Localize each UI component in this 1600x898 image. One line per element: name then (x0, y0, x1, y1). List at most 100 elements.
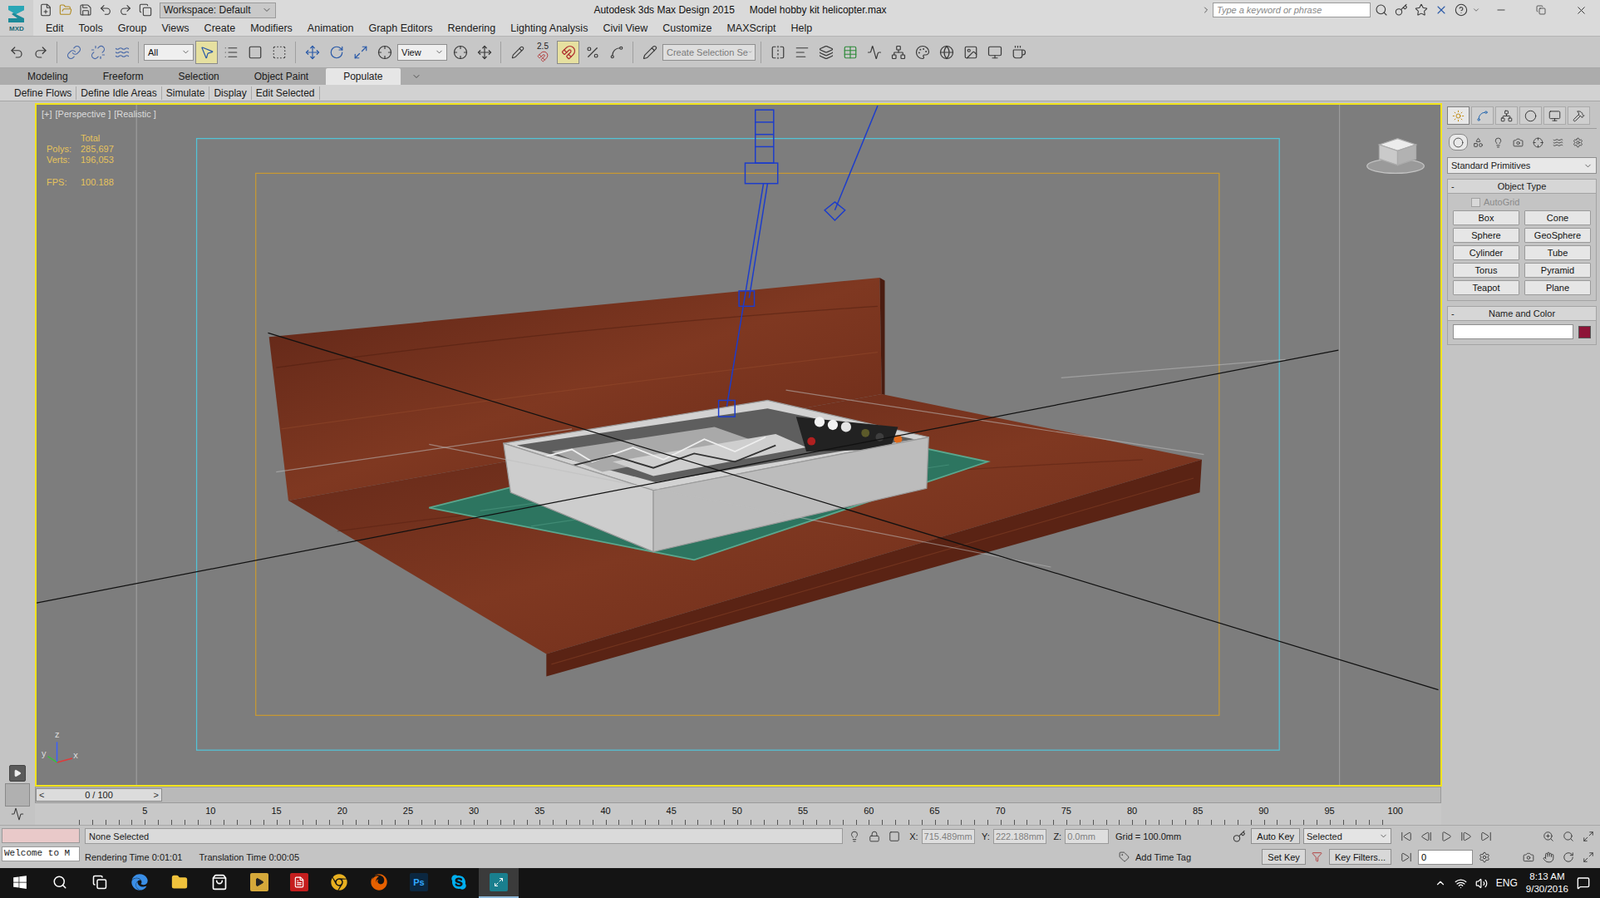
snap-toggle[interactable]: 2.5 (530, 40, 556, 64)
field-of-view-button[interactable] (1520, 848, 1537, 866)
primitive-button[interactable]: Teapot (1452, 280, 1520, 296)
set-key-mode-toggle[interactable] (1230, 827, 1248, 845)
reference-coordinate-select[interactable]: View (397, 44, 448, 61)
tool-button[interactable] (1007, 40, 1030, 64)
subscription-button[interactable] (1392, 1, 1411, 19)
maxscript-listener[interactable]: Welcome to M (0, 825, 82, 868)
next-frame-arrow[interactable]: > (153, 789, 159, 800)
primitive-button[interactable]: Tube (1524, 245, 1591, 261)
named-selection-select[interactable]: Create Selection Se (662, 44, 756, 61)
category-button[interactable] (1528, 133, 1548, 151)
tool-button[interactable] (110, 40, 133, 64)
taskbar-app[interactable] (199, 867, 240, 898)
tool-button[interactable] (862, 40, 886, 64)
category-button[interactable] (1448, 133, 1468, 151)
mini-curve-editor[interactable] (4, 782, 30, 807)
category-button[interactable] (1488, 133, 1508, 151)
help-button[interactable] (1452, 1, 1471, 19)
tool-button[interactable] (935, 40, 958, 64)
category-button[interactable] (1548, 133, 1568, 151)
tool-button[interactable] (448, 40, 472, 64)
open-button[interactable] (56, 1, 75, 19)
primitive-button[interactable]: Pyramid (1524, 262, 1591, 278)
input-language[interactable]: ENG (1496, 876, 1518, 889)
key-filters-button[interactable]: Key Filters... (1329, 848, 1392, 865)
primitive-button[interactable]: GeoSphere (1524, 227, 1591, 243)
viewport[interactable]: zyx[+][Perspective ][Realistic ]TotalPol… (34, 103, 1443, 787)
menu-item[interactable]: MAXScript (718, 22, 783, 35)
auto-key-button[interactable]: Auto Key (1250, 827, 1300, 844)
ribbon-tab[interactable]: Object Paint (236, 68, 326, 85)
go-to-end-button[interactable] (1477, 827, 1495, 845)
tool-button[interactable] (910, 40, 934, 64)
minimize-button[interactable] (1481, 0, 1521, 20)
primitive-button[interactable]: Cylinder (1452, 245, 1520, 261)
primitive-button[interactable]: Torus (1452, 262, 1520, 278)
tool-button[interactable] (373, 40, 396, 64)
menu-item[interactable]: Create (196, 22, 244, 35)
search-button[interactable] (1372, 1, 1391, 19)
command-panel-tab[interactable] (1495, 106, 1518, 125)
tool-button[interactable] (959, 40, 982, 64)
ribbon-tool[interactable]: Simulate (162, 86, 211, 100)
play-button[interactable] (1437, 827, 1455, 845)
viewcube-icon[interactable] (1367, 138, 1425, 174)
tool-button[interactable] (219, 40, 242, 64)
exchange-button[interactable] (1432, 1, 1451, 19)
go-to-start-button[interactable] (1398, 827, 1415, 845)
selection-filter[interactable]: All (143, 44, 194, 61)
action-center-icon[interactable] (1576, 876, 1591, 890)
start-button[interactable] (0, 867, 40, 898)
primitive-button[interactable]: Plane (1524, 280, 1591, 296)
menu-item[interactable]: Animation (300, 22, 362, 35)
save-button[interactable] (76, 1, 95, 19)
maximize-viewport-button[interactable] (1580, 848, 1597, 866)
show-hidden-icons-icon[interactable] (1434, 876, 1447, 889)
taskbar-app[interactable] (319, 867, 360, 898)
ribbon-tab[interactable]: Selection (160, 68, 237, 85)
undo-button[interactable] (96, 1, 115, 19)
viewport-layout-button[interactable] (9, 764, 26, 782)
isolate-toggle[interactable] (846, 827, 863, 845)
restore-button[interactable] (1521, 0, 1561, 20)
ribbon-options-button[interactable] (405, 68, 428, 85)
category-button[interactable] (1568, 133, 1588, 151)
tool-button[interactable] (86, 40, 109, 64)
menu-item[interactable]: Tools (71, 22, 111, 35)
tool-button[interactable] (29, 40, 52, 64)
ribbon-tool[interactable]: Edit Selected (251, 86, 320, 100)
edit-named-selection[interactable] (638, 40, 661, 64)
category-button[interactable] (1508, 133, 1528, 151)
zoom-extents-button[interactable] (1580, 827, 1597, 845)
add-time-tag[interactable]: Add Time Tag (1135, 851, 1192, 862)
menu-item[interactable]: Help (782, 22, 820, 35)
menu-item[interactable]: Modifiers (242, 22, 301, 35)
selection-lock-toggle[interactable] (866, 827, 883, 845)
category-button[interactable] (1468, 133, 1488, 151)
wooden-table[interactable] (269, 277, 1202, 677)
model-kit-box[interactable] (503, 399, 929, 552)
tool-button[interactable] (580, 40, 604, 64)
track-bar[interactable]: 5101520253035404550556065707580859095100 (34, 802, 1442, 825)
angle-snap-toggle[interactable] (556, 40, 580, 64)
transform-mode-toggle[interactable] (886, 827, 903, 845)
taskbar-app[interactable] (438, 867, 479, 898)
taskbar-app[interactable] (478, 867, 519, 898)
menu-item[interactable]: Group (110, 22, 155, 35)
taskbar-app[interactable]: Ps (398, 867, 439, 898)
viewport-label[interactable]: [+] (41, 108, 53, 119)
object-name-field[interactable] (1452, 324, 1574, 340)
tool-button[interactable] (62, 40, 85, 64)
default-tangent-button[interactable] (1309, 848, 1326, 866)
network-icon[interactable] (1454, 876, 1468, 890)
autogrid-checkbox[interactable]: AutoGrid (1447, 196, 1596, 207)
ribbon-tab[interactable]: Modeling (9, 68, 86, 85)
search-field[interactable]: Type a keyword or phrase (1212, 2, 1371, 18)
menu-item[interactable]: Customize (654, 22, 719, 35)
redo-button[interactable] (116, 1, 135, 19)
command-panel-tab[interactable] (1543, 106, 1566, 125)
clock[interactable]: 8:13 AM9/30/2016 (1526, 870, 1569, 896)
zoom-all-button[interactable] (1560, 827, 1577, 845)
key-mode-toggle[interactable] (1398, 848, 1415, 866)
tool-button[interactable] (349, 40, 372, 64)
